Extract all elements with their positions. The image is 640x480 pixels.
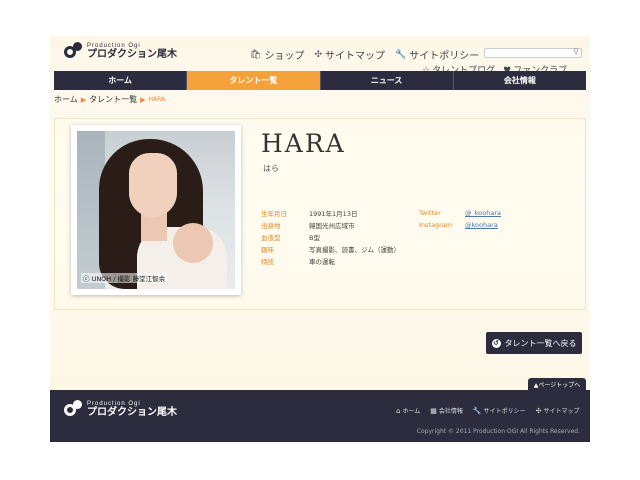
logo-text-jp: プロダクション尾木	[87, 48, 177, 60]
policy-icon: 🔧	[472, 407, 482, 415]
search-input[interactable]: ⚲	[484, 47, 582, 58]
main-nav: ホーム タレント一覧 ニュース 会社情報	[54, 71, 586, 90]
footer: Production Ogi プロダクション尾木 ⌂ ホーム ▦ 会社情報 🔧 サイト…	[50, 390, 590, 442]
instagram-link[interactable]: @koohara	[465, 221, 498, 229]
logo-mark-icon	[64, 42, 82, 60]
talent-name-en: HARA	[261, 129, 346, 158]
chevron-right-icon: ▶	[80, 95, 87, 104]
info-row: 出身地 韓国光州広域市	[261, 222, 355, 230]
tab-home[interactable]: ホーム	[54, 71, 188, 90]
page: Production Ogi プロダクション尾木 🛍 ショップ ✣ サイトマップ…	[50, 36, 590, 442]
sns-row-twitter: Twitter @_koohara	[419, 209, 501, 217]
sitemap-icon: ✣	[314, 49, 322, 60]
profile-panel: ⓒ UNOH / 撮影 藤堂江智余 HARA はら 生年月日 1991年1月13日…	[54, 118, 586, 310]
breadcrumb: ホーム ▶ タレント一覧 ▶ HARA	[54, 94, 165, 105]
tab-talent-list[interactable]: タレント一覧	[187, 71, 321, 90]
info-row: 特技 車の運転	[261, 258, 335, 266]
copyright: Copyright © 2011 Production OGI All Righ…	[416, 428, 580, 435]
page-top-button[interactable]: ▲ページトップへ	[528, 378, 586, 390]
talent-name-jp: はら	[263, 164, 279, 173]
shop-icon: 🛍	[250, 49, 262, 60]
back-arrow-icon: ↺	[491, 338, 501, 348]
profile-photo: ⓒ UNOH / 撮影 藤堂江智余	[71, 125, 241, 295]
policy-icon: 🔧	[394, 49, 407, 60]
home-icon: ⌂	[396, 407, 401, 415]
back-to-list-button[interactable]: ↺ タレント一覧へ戻る	[486, 332, 582, 354]
footer-link-company[interactable]: ▦ 会社情報	[430, 406, 463, 415]
twitter-link[interactable]: @_koohara	[465, 209, 501, 217]
shop-link[interactable]: 🛍 ショップ	[250, 47, 304, 63]
footer-link-sitemap[interactable]: ✣ サイトマップ	[536, 406, 580, 415]
breadcrumb-talent-list[interactable]: タレント一覧	[89, 94, 137, 105]
footer-link-policy[interactable]: 🔧 サイトポリシー	[473, 406, 526, 415]
info-row: 血液型 B型	[261, 234, 320, 242]
footer-logo[interactable]: Production Ogi プロダクション尾木	[64, 400, 177, 418]
logo[interactable]: Production Ogi プロダクション尾木	[64, 42, 177, 60]
tab-company[interactable]: 会社情報	[453, 71, 586, 90]
breadcrumb-home[interactable]: ホーム	[54, 94, 78, 105]
logo-text-en: Production Ogi	[87, 42, 141, 49]
info-row: 趣味 写真撮影、読書、ジム（運動）	[261, 246, 400, 254]
footer-link-home[interactable]: ⌂ ホーム	[396, 406, 420, 415]
profile-sns: Twitter @_koohara Instagram @koohara	[419, 207, 501, 231]
search-icon[interactable]: ⚲	[573, 47, 579, 56]
sns-row-instagram: Instagram @koohara	[419, 221, 498, 229]
photo-credit: ⓒ UNOH / 撮影 藤堂江智余	[81, 273, 168, 283]
logo-mark-icon	[64, 400, 82, 418]
sitemap-icon: ✣	[535, 407, 542, 415]
profile-info: 生年月日 1991年1月13日 出身地 韓国光州広域市 血液型 B型 趣味 写真撮影、読…	[261, 207, 400, 267]
chevron-right-icon: ▶	[140, 95, 146, 104]
breadcrumb-current: HARA	[148, 96, 166, 103]
footer-links: ⌂ ホーム ▦ 会社情報 🔧 サイトポリシー ✣ サイトマップ	[396, 406, 580, 415]
company-icon: ▦	[430, 407, 437, 415]
tab-news[interactable]: ニュース	[320, 71, 454, 90]
policy-link[interactable]: 🔧 サイトポリシー	[394, 47, 479, 63]
sitemap-link[interactable]: ✣ サイトマップ	[314, 47, 385, 63]
info-row: 生年月日 1991年1月13日	[261, 210, 358, 218]
header: Production Ogi プロダクション尾木 🛍 ショップ ✣ サイトマップ…	[50, 36, 590, 76]
top-links: 🛍 ショップ ✣ サイトマップ 🔧 サイトポリシー	[250, 47, 479, 63]
